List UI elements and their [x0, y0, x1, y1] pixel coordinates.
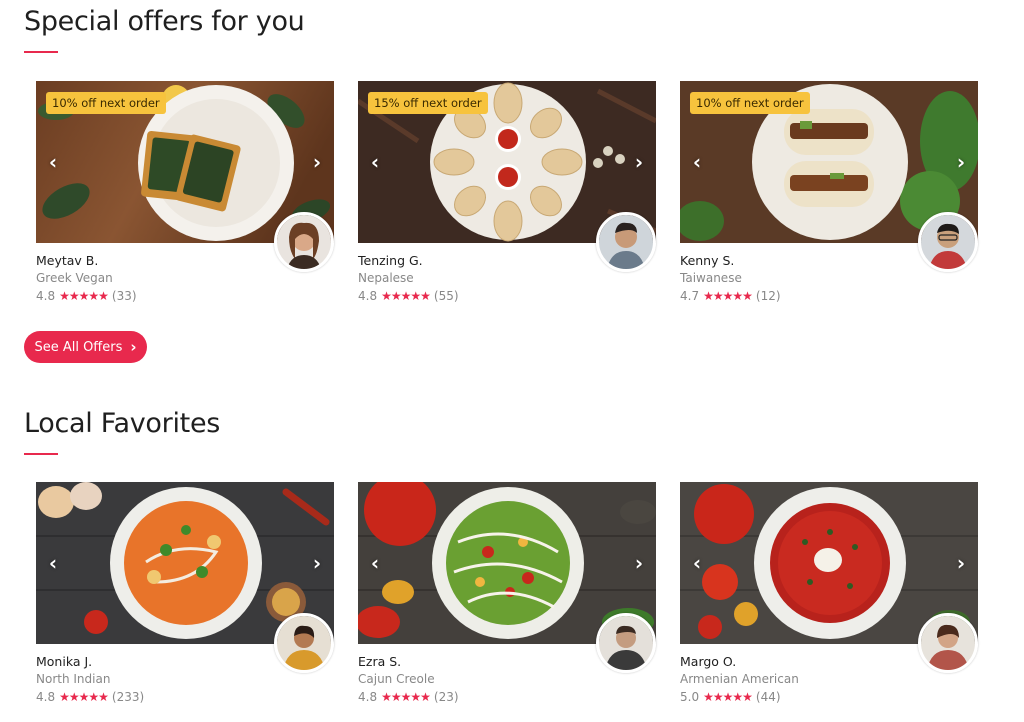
star-rating-icon: ★★★★★: [703, 690, 753, 704]
discount-badge: 10% off next order: [46, 92, 166, 114]
review-count: (55): [433, 289, 459, 303]
rating-value: 4.7: [680, 289, 700, 303]
next-photo-arrow-icon[interactable]: ›: [630, 552, 648, 574]
see-all-offers-button[interactable]: See All Offers ›: [24, 331, 147, 363]
review-count: (33): [111, 289, 137, 303]
chevron-right-icon: ›: [130, 338, 137, 356]
chef-name[interactable]: Kenny S.: [680, 253, 734, 268]
chef-card[interactable]: 15% off next order ‹ › Tenzing G. Nepale…: [358, 81, 656, 303]
chef-avatar[interactable]: [918, 212, 978, 272]
rating: 4.8 ★★★★★ (55): [358, 289, 459, 303]
section-underline: [24, 453, 58, 455]
star-rating-icon: ★★★★★: [59, 289, 109, 303]
next-photo-arrow-icon[interactable]: ›: [308, 151, 326, 173]
rating-value: 4.8: [358, 690, 378, 704]
section-title-local-favorites: Local Favorites: [24, 408, 221, 439]
review-count: (23): [433, 690, 459, 704]
next-photo-arrow-icon[interactable]: ›: [952, 151, 970, 173]
see-all-offers-label: See All Offers: [34, 339, 123, 355]
avatar-image: [921, 215, 975, 269]
review-count: (233): [111, 690, 145, 704]
review-count: (44): [755, 690, 781, 704]
chef-card[interactable]: ‹ › Ezra S. Cajun Creole 4.8 ★★★★★ (23): [358, 482, 656, 704]
cuisine-label: Cajun Creole: [358, 672, 435, 686]
avatar-image: [277, 215, 331, 269]
next-photo-arrow-icon[interactable]: ›: [952, 552, 970, 574]
chef-name[interactable]: Monika J.: [36, 654, 92, 669]
next-photo-arrow-icon[interactable]: ›: [630, 151, 648, 173]
chef-avatar[interactable]: [596, 613, 656, 673]
rating-value: 5.0: [680, 690, 700, 704]
cuisine-label: North Indian: [36, 672, 111, 686]
rating: 4.8 ★★★★★ (233): [36, 690, 144, 704]
star-rating-icon: ★★★★★: [703, 289, 753, 303]
cuisine-label: Greek Vegan: [36, 271, 113, 285]
avatar-image: [921, 616, 975, 670]
rating-value: 4.8: [358, 289, 378, 303]
rating-value: 4.8: [36, 289, 56, 303]
rating: 5.0 ★★★★★ (44): [680, 690, 781, 704]
chef-avatar[interactable]: [918, 613, 978, 673]
prev-photo-arrow-icon[interactable]: ‹: [688, 552, 706, 574]
chef-name[interactable]: Meytav B.: [36, 253, 98, 268]
cuisine-label: Nepalese: [358, 271, 414, 285]
avatar-image: [599, 215, 653, 269]
section-title-special-offers: Special offers for you: [24, 6, 305, 37]
avatar-image: [277, 616, 331, 670]
cuisine-label: Armenian American: [680, 672, 799, 686]
rating-value: 4.8: [36, 690, 56, 704]
prev-photo-arrow-icon[interactable]: ‹: [366, 552, 384, 574]
chef-card[interactable]: ‹ › Monika J. North Indian 4.8 ★★★★★ (23…: [36, 482, 334, 704]
chef-avatar[interactable]: [274, 613, 334, 673]
discount-badge: 15% off next order: [368, 92, 488, 114]
chef-avatar[interactable]: [274, 212, 334, 272]
chef-card[interactable]: 10% off next order ‹ › Kenny S. Taiwanes…: [680, 81, 978, 303]
prev-photo-arrow-icon[interactable]: ‹: [366, 151, 384, 173]
avatar-image: [599, 616, 653, 670]
rating: 4.8 ★★★★★ (23): [358, 690, 459, 704]
chef-avatar[interactable]: [596, 212, 656, 272]
star-rating-icon: ★★★★★: [381, 690, 431, 704]
next-photo-arrow-icon[interactable]: ›: [308, 552, 326, 574]
chef-card[interactable]: ‹ › Margo O. Armenian American 5.0 ★★★★★…: [680, 482, 978, 704]
prev-photo-arrow-icon[interactable]: ‹: [44, 151, 62, 173]
chef-name[interactable]: Margo O.: [680, 654, 736, 669]
prev-photo-arrow-icon[interactable]: ‹: [44, 552, 62, 574]
discount-badge: 10% off next order: [690, 92, 810, 114]
prev-photo-arrow-icon[interactable]: ‹: [688, 151, 706, 173]
rating: 4.7 ★★★★★ (12): [680, 289, 781, 303]
section-underline: [24, 51, 58, 53]
chef-name[interactable]: Tenzing G.: [358, 253, 423, 268]
rating: 4.8 ★★★★★ (33): [36, 289, 137, 303]
star-rating-icon: ★★★★★: [381, 289, 431, 303]
cuisine-label: Taiwanese: [680, 271, 742, 285]
star-rating-icon: ★★★★★: [59, 690, 109, 704]
review-count: (12): [755, 289, 781, 303]
chef-card[interactable]: 10% off next order ‹ › Meytav B. Greek V…: [36, 81, 334, 303]
chef-name[interactable]: Ezra S.: [358, 654, 401, 669]
